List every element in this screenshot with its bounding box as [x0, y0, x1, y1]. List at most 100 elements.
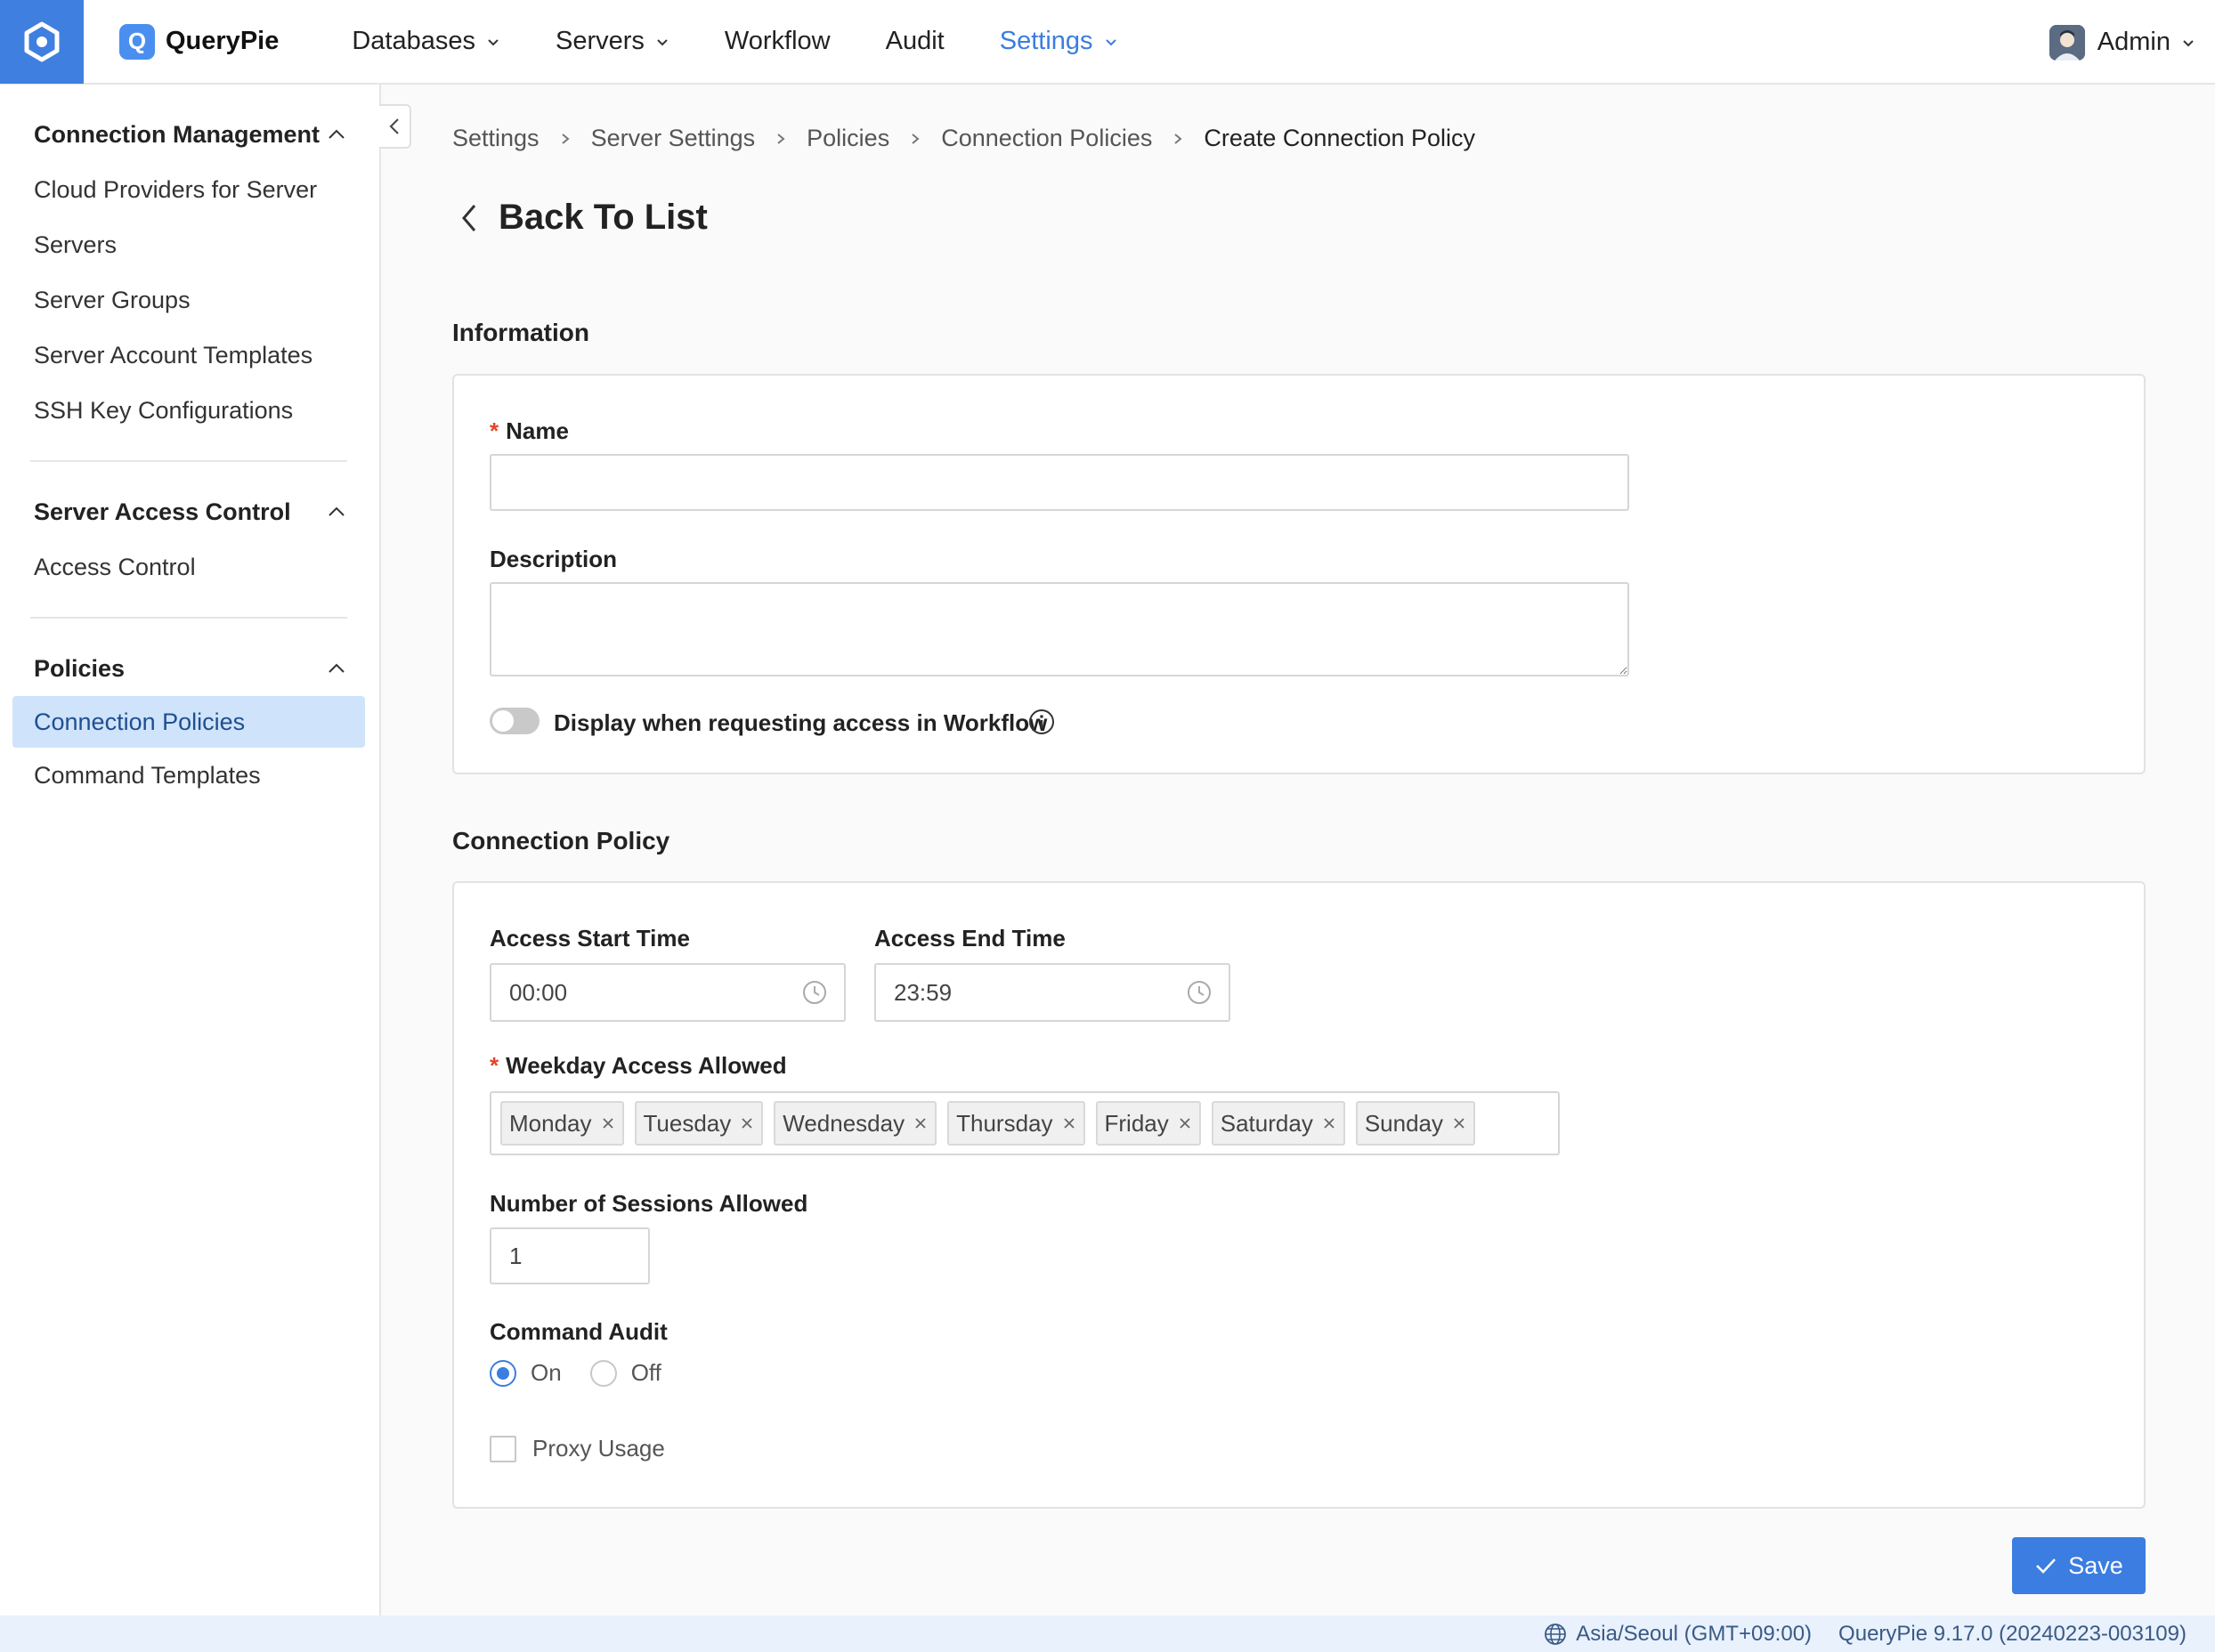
weekday-tag-saturday: Saturday [1211, 1101, 1345, 1146]
sidebar-item-servers[interactable]: Servers [0, 217, 381, 272]
sidebar-group-header[interactable]: Connection Management [0, 107, 381, 162]
breadcrumb-item-connection-policies[interactable]: Connection Policies [941, 125, 1152, 152]
nav-workflow[interactable]: Workflow [725, 27, 831, 56]
sidebar-group-title: Connection Management [34, 120, 320, 148]
access-start-time-label: Access Start Time [490, 925, 690, 952]
required-marker: * [490, 1052, 499, 1079]
sidebar-item-cloud-providers[interactable]: Cloud Providers for Server [0, 162, 381, 217]
brand[interactable]: Q QueryPie [119, 23, 279, 60]
name-input[interactable] [490, 454, 1629, 511]
description-label: Description [490, 546, 618, 572]
main-nav: Databases Servers Workflow Audit Setting… [352, 27, 1172, 56]
page-title: Back To List [499, 198, 708, 237]
sidebar: Connection Management Cloud Providers fo… [0, 85, 381, 1616]
weekday-tag-label: Sunday [1364, 1109, 1444, 1137]
nav-audit-label: Audit [885, 27, 945, 55]
brand-badge-icon: Q [119, 23, 155, 60]
proxy-usage-row: Proxy Usage [490, 1435, 665, 1462]
chevron-up-icon [329, 129, 345, 139]
information-section-title: Information [452, 319, 589, 346]
close-icon[interactable] [1452, 1116, 1466, 1130]
sidebar-item-command-templates[interactable]: Command Templates [0, 748, 381, 803]
audit-on-radio[interactable] [490, 1359, 516, 1387]
sidebar-group-header[interactable]: Server Access Control [0, 484, 381, 539]
sidebar-divider [30, 617, 347, 619]
nav-settings[interactable]: Settings [1000, 27, 1118, 56]
name-label: * Name [490, 417, 569, 445]
radio-dot [497, 1366, 509, 1380]
description-field[interactable] [490, 582, 1629, 676]
sidebar-item-access-control[interactable]: Access Control [0, 539, 381, 595]
user-menu[interactable]: Admin [2049, 0, 2195, 85]
weekday-tag-label: Wednesday [783, 1109, 905, 1137]
sidebar-group-header[interactable]: Policies [0, 641, 381, 696]
save-button[interactable]: Save [2012, 1537, 2146, 1594]
close-icon[interactable] [740, 1116, 754, 1130]
info-icon[interactable] [1027, 708, 1056, 736]
check-icon [2036, 1559, 2057, 1574]
sidebar-item-ssh-key-configurations[interactable]: SSH Key Configurations [0, 383, 381, 438]
close-icon[interactable] [1062, 1116, 1076, 1130]
nav-databases-label: Databases [352, 27, 475, 55]
close-icon[interactable] [1322, 1116, 1336, 1130]
weekday-tag-friday: Friday [1095, 1101, 1201, 1146]
chevron-down-icon [1105, 38, 1116, 45]
sidebar-item-server-account-templates[interactable]: Server Account Templates [0, 328, 381, 383]
audit-off-label[interactable]: Off [631, 1359, 661, 1387]
chevron-right-icon [912, 133, 920, 144]
save-button-label: Save [2068, 1551, 2123, 1579]
breadcrumb-item-server-settings[interactable]: Server Settings [591, 125, 756, 152]
access-end-time-picker[interactable]: 23:59 [874, 963, 1230, 1022]
user-avatar-icon [2049, 24, 2085, 61]
proxy-usage-label[interactable]: Proxy Usage [532, 1435, 665, 1462]
timezone-text: Asia/Seoul (GMT+09:00) [1576, 1621, 1813, 1646]
access-start-time-value: 00:00 [509, 978, 568, 1006]
close-icon[interactable] [601, 1116, 615, 1130]
weekday-tag-sunday: Sunday [1355, 1101, 1476, 1146]
close-icon[interactable] [1178, 1116, 1192, 1130]
audit-off-radio[interactable] [589, 1359, 617, 1387]
chevron-down-icon [657, 38, 668, 45]
chevron-down-icon [488, 38, 499, 45]
nav-settings-label: Settings [999, 27, 1093, 55]
nav-databases[interactable]: Databases [352, 27, 500, 56]
sidebar-item-server-groups[interactable]: Server Groups [0, 272, 381, 328]
access-start-time-picker[interactable]: 00:00 [490, 963, 846, 1022]
required-marker: * [490, 417, 499, 444]
globe-icon [1545, 1623, 1567, 1645]
back-to-list-button[interactable]: Back To List [459, 198, 708, 238]
chevron-right-icon [561, 133, 570, 144]
app-logo[interactable] [0, 0, 84, 84]
avatar [2049, 24, 2085, 61]
nav-workflow-label: Workflow [724, 27, 831, 55]
proxy-usage-checkbox[interactable] [490, 1435, 516, 1462]
timezone-indicator[interactable]: Asia/Seoul (GMT+09:00) [1544, 1622, 1812, 1647]
workflow-display-label: Display when requesting access in Workfl… [554, 709, 1048, 736]
breadcrumb-item-policies[interactable]: Policies [807, 125, 889, 152]
nav-servers[interactable]: Servers [556, 27, 669, 56]
audit-on-label[interactable]: On [531, 1359, 562, 1387]
nav-servers-label: Servers [556, 27, 645, 55]
sidebar-item-connection-policies[interactable]: Connection Policies [12, 696, 365, 748]
weekday-multiselect[interactable]: Monday Tuesday Wednesday Thursday Friday… [490, 1091, 1560, 1155]
weekday-tag-thursday: Thursday [947, 1101, 1085, 1146]
user-name: Admin [2097, 28, 2170, 56]
sidebar-group-title: Policies [34, 654, 126, 682]
breadcrumb-item-settings[interactable]: Settings [452, 125, 540, 152]
weekday-tag-label: Saturday [1220, 1109, 1313, 1137]
sidebar-group-policies: Policies Connection Policies Command Tem… [0, 641, 381, 803]
weekday-tag-tuesday: Tuesday [634, 1101, 764, 1146]
nav-audit[interactable]: Audit [886, 27, 945, 56]
access-end-time-label: Access End Time [874, 925, 1066, 952]
close-icon[interactable] [913, 1116, 928, 1130]
command-audit-radio-group: On Off [490, 1359, 690, 1387]
workflow-display-toggle[interactable] [490, 708, 540, 734]
access-end-time-value: 23:59 [894, 978, 953, 1006]
breadcrumb-item-current: Create Connection Policy [1204, 125, 1476, 151]
chevron-left-icon [389, 118, 399, 134]
sidebar-collapse-button[interactable] [379, 104, 411, 149]
top-navbar: Q QueryPie Databases Servers Workflow Au… [0, 0, 2215, 85]
sessions-allowed-input[interactable] [490, 1227, 650, 1284]
clock-icon [803, 981, 826, 1004]
chevron-up-icon [329, 663, 345, 673]
